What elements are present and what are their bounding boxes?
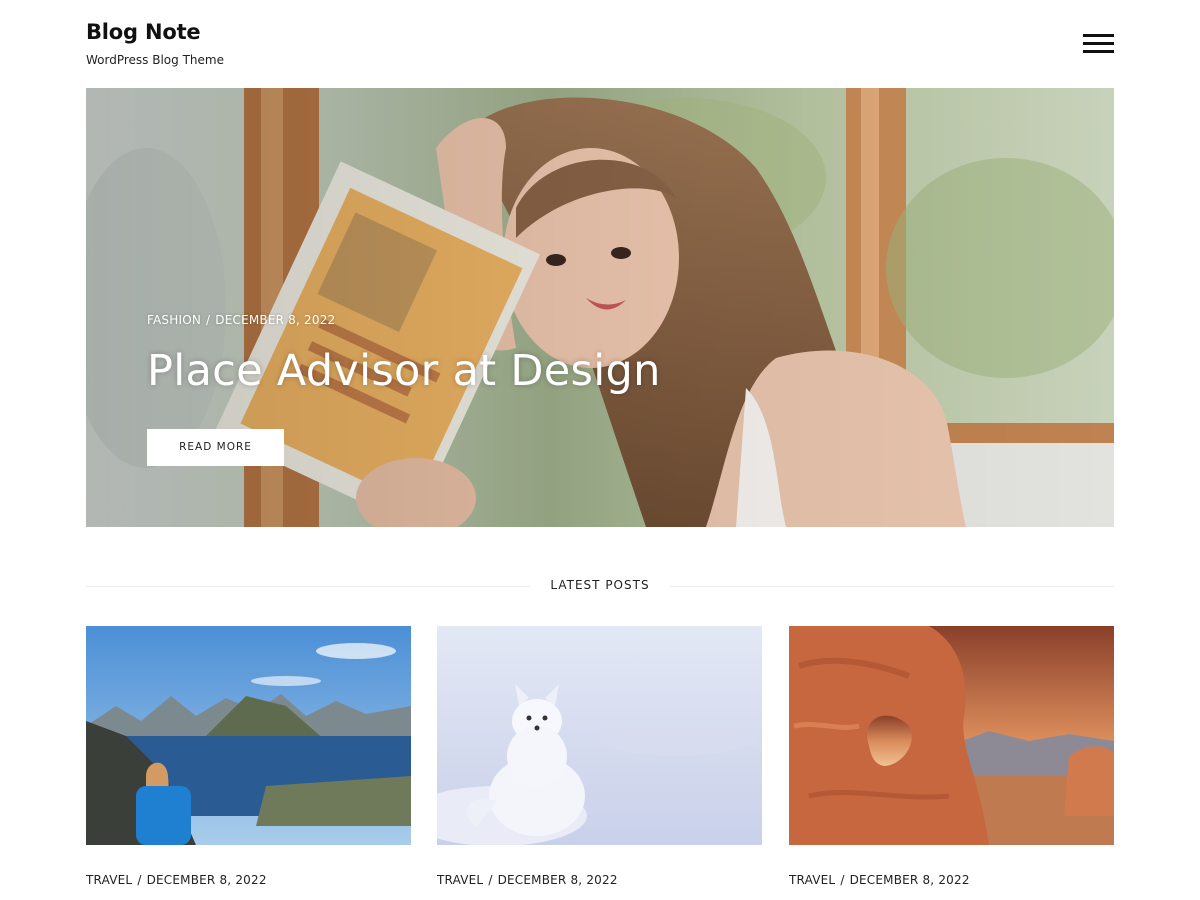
post-meta: TRAVEL / DECEMBER 8, 2022	[86, 873, 411, 887]
post-thumbnail-red-rock-arch[interactable]	[789, 626, 1114, 845]
post-card: TRAVEL / DECEMBER 8, 2022	[437, 626, 762, 887]
hamburger-menu-icon[interactable]	[1083, 34, 1114, 58]
hero-post-title[interactable]: Place Advisor at Design	[147, 346, 661, 396]
post-thumbnail-lake-mountains[interactable]	[86, 626, 411, 845]
post-card: TRAVEL / DECEMBER 8, 2022	[789, 626, 1114, 887]
post-card: TRAVEL / DECEMBER 8, 2022	[86, 626, 411, 887]
site-tagline: WordPress Blog Theme	[86, 53, 224, 67]
meta-separator: /	[206, 313, 211, 327]
post-date-link[interactable]: DECEMBER 8, 2022	[147, 873, 267, 887]
post-category-link[interactable]: TRAVEL	[437, 873, 483, 887]
hero-category-link[interactable]: FASHION	[147, 313, 201, 327]
hero-featured-post: FASHION / DECEMBER 8, 2022 Place Advisor a…	[86, 88, 1114, 527]
meta-separator: /	[137, 873, 142, 887]
site-header: Blog Note WordPress Blog Theme	[86, 20, 1114, 80]
meta-separator: /	[840, 873, 845, 887]
post-category-link[interactable]: TRAVEL	[86, 873, 132, 887]
hero-date-link[interactable]: DECEMBER 8, 2022	[215, 313, 335, 327]
post-date-link[interactable]: DECEMBER 8, 2022	[850, 873, 970, 887]
read-more-button[interactable]: READ MORE	[147, 429, 284, 466]
post-thumbnail-arctic-fox[interactable]	[437, 626, 762, 845]
meta-separator: /	[488, 873, 493, 887]
post-meta: TRAVEL / DECEMBER 8, 2022	[437, 873, 762, 887]
hero-post-meta: FASHION / DECEMBER 8, 2022	[147, 313, 335, 327]
latest-posts-grid: TRAVEL / DECEMBER 8, 2022 TRAVEL / DECEM…	[86, 626, 1114, 896]
post-date-link[interactable]: DECEMBER 8, 2022	[498, 873, 618, 887]
latest-posts-heading: LATEST POSTS	[530, 578, 670, 592]
site-title[interactable]: Blog Note	[86, 20, 201, 44]
post-meta: TRAVEL / DECEMBER 8, 2022	[789, 873, 1114, 887]
post-category-link[interactable]: TRAVEL	[789, 873, 835, 887]
